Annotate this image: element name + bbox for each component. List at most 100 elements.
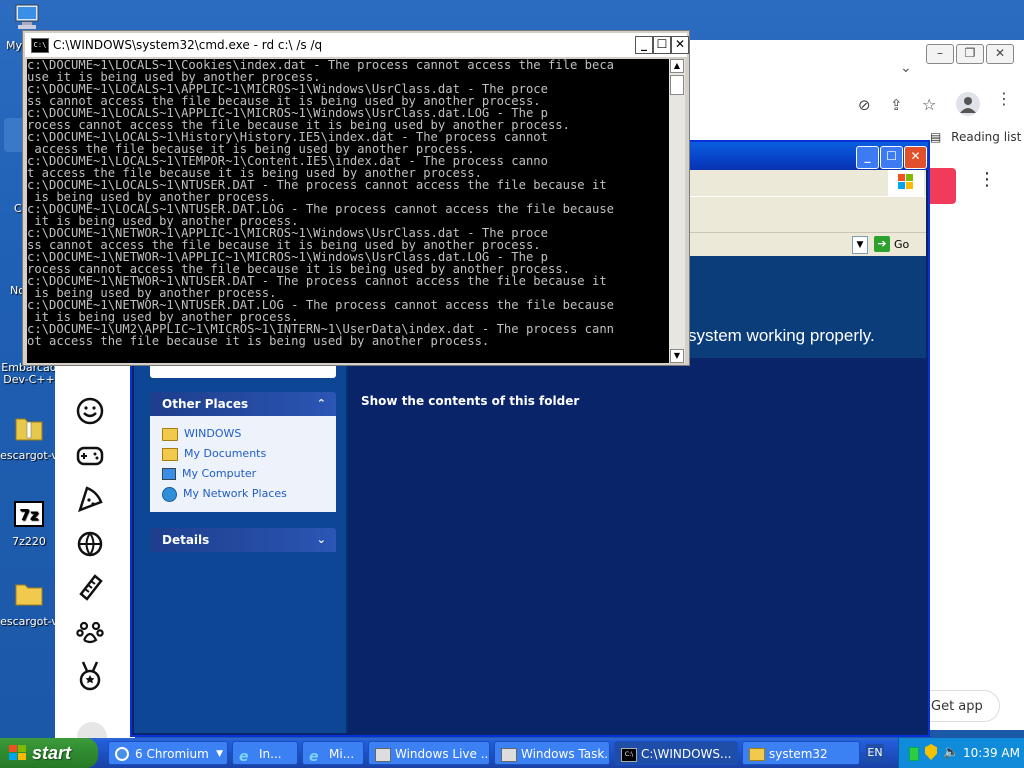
address-dropdown-icon[interactable]: ▼ [852, 236, 868, 254]
cmd-console-output[interactable]: c:\DOCUME~1\LOCALS~1\Cookies\index.dat -… [27, 59, 669, 363]
cmd-close-button[interactable]: ✕ [671, 36, 689, 54]
7zip-icon: 7z [14, 501, 44, 527]
go-label: Go [894, 237, 910, 251]
scroll-up-icon[interactable]: ▲ [670, 59, 684, 73]
other-places-item-label: My Documents [184, 447, 267, 460]
start-label: start [32, 743, 72, 763]
kebab-menu-icon[interactable]: ⋮ [978, 171, 996, 189]
reading-list-icon: ▤ [930, 130, 942, 144]
other-places-title: Other Places [162, 397, 249, 411]
cmd-output-line: ot access the file because it is being u… [27, 334, 490, 348]
other-places-item-my-computer[interactable]: My Computer [162, 464, 324, 484]
chromium-close-button[interactable]: ✕ [986, 44, 1014, 64]
cmd-titlebar: C:\ C:\WINDOWS\system32\cmd.exe - rd c:\… [25, 33, 689, 57]
computer-icon [162, 468, 176, 480]
taskbar-button-label: C:\WINDOWS... [641, 747, 732, 761]
person-icon [960, 97, 976, 113]
scroll-thumb[interactable] [670, 75, 684, 95]
network-globe-icon [162, 486, 177, 502]
go-button[interactable]: ➔ Go [874, 235, 909, 253]
other-places-item-label: My Network Places [183, 487, 287, 500]
paw-icon[interactable] [75, 616, 105, 646]
chevron-down-icon[interactable]: ⌄ [900, 60, 912, 76]
desktop-icon-label: escargot-v [0, 449, 58, 462]
expand-chevron-icon: ⌄ [316, 533, 326, 546]
cmd-maximize-button[interactable]: ☐ [653, 36, 671, 54]
taskbar-button-ie-1[interactable]: e In... [232, 741, 298, 765]
taskbar-button-cmd[interactable]: C:\ C:\WINDOWS... [614, 741, 738, 765]
taskbar-button-chromium[interactable]: 6 Chromium ▼ [108, 741, 228, 765]
scroll-down-icon[interactable]: ▼ [670, 349, 684, 363]
reading-list-label: Reading list [951, 130, 1022, 144]
pizza-icon[interactable] [75, 484, 105, 514]
other-places-header[interactable]: Other Places ⌃ [150, 392, 336, 416]
chromium-minimize-button[interactable]: – [926, 44, 954, 64]
comb-icon[interactable] [75, 572, 105, 602]
taskbar: start 6 Chromium ▼ e In... e Mi... Windo… [0, 738, 1024, 768]
task-manager-icon [501, 748, 517, 762]
system-tray: 🔈 10:39 AM [898, 738, 1024, 768]
zip-folder-icon [15, 418, 43, 441]
more-menu-icon[interactable]: ⋮ [996, 91, 1012, 107]
taskbar-button-label: Windows Live ... [395, 747, 490, 761]
windows-flag-icon [9, 745, 26, 760]
other-places-item-label: WINDOWS [184, 427, 242, 440]
warning-banner-text: system working properly. [688, 326, 875, 345]
volume-icon[interactable]: 🔈 [943, 738, 959, 768]
star-icon[interactable]: ☆ [922, 95, 936, 114]
chromium-icon [115, 747, 129, 761]
taskbar-button-system32[interactable]: system32 [742, 741, 860, 765]
desktop-icon-escargot-zip[interactable]: escargot-v [0, 412, 58, 462]
clock[interactable]: 10:39 AM [963, 738, 1020, 768]
profile-avatar-icon[interactable] [956, 92, 980, 116]
taskbar-button-label: Windows Task... [521, 747, 610, 761]
ie-icon: e [309, 749, 319, 765]
desktop-icon-escargot-folder[interactable]: escargot-v [0, 578, 58, 628]
sidebar-partial-button[interactable] [77, 722, 107, 738]
ie-icon: e [239, 749, 249, 765]
desktop-icon-label: escargot-v [0, 615, 58, 628]
globe-icon[interactable] [75, 528, 105, 558]
desktop-icon-7zip[interactable]: 7z 7z220 [0, 498, 58, 548]
messenger-icon [375, 748, 391, 762]
cmd-icon: C:\ [621, 748, 637, 762]
explorer-maximize-button[interactable]: ☐ [880, 146, 903, 169]
cmd-scrollbar[interactable]: ▲ ▼ [669, 59, 685, 363]
medal-icon[interactable] [75, 660, 105, 692]
explorer-close-button[interactable]: ✕ [904, 146, 927, 169]
details-header[interactable]: Details ⌄ [150, 528, 336, 552]
eye-off-icon[interactable]: ⊘ [858, 96, 871, 114]
go-arrow-icon: ➔ [874, 236, 890, 252]
taskbar-button-windows-live[interactable]: Windows Live ... [368, 741, 490, 765]
windows-logo-icon [888, 170, 924, 196]
cmd-icon: C:\ [31, 38, 49, 53]
other-places-item-windows[interactable]: WINDOWS [162, 424, 324, 444]
start-button[interactable]: start [0, 738, 98, 768]
collapse-chevron-icon: ⌃ [316, 397, 326, 410]
taskbar-button-label: Mi... [329, 747, 355, 761]
other-places-item-my-network-places[interactable]: My Network Places [162, 484, 324, 504]
reading-list-button[interactable]: ▤ Reading list [930, 130, 1021, 144]
taskbar-button-label: 6 Chromium [135, 747, 209, 761]
svg-text:7z: 7z [19, 506, 38, 524]
red-action-button[interactable] [926, 168, 956, 204]
battery-icon[interactable] [909, 747, 919, 761]
folder-icon [162, 427, 178, 441]
taskbar-button-ie-2[interactable]: e Mi... [302, 741, 364, 765]
cmd-minimize-button[interactable]: _ [635, 36, 653, 54]
explorer-minimize-button[interactable]: _ [856, 146, 879, 169]
show-contents-link[interactable]: Show the contents of this folder [361, 394, 579, 408]
desktop-side-label: C [14, 202, 22, 215]
details-title: Details [162, 533, 210, 547]
security-shield-icon[interactable] [925, 744, 937, 760]
chromium-maximize-button[interactable]: ❐ [956, 44, 984, 64]
other-places-item-my-documents[interactable]: My Documents [162, 444, 324, 464]
share-icon[interactable]: ⇪ [890, 96, 903, 114]
taskbar-button-task-manager[interactable]: Windows Task... [494, 741, 610, 765]
taskbar-button-label: In... [259, 747, 282, 761]
language-indicator[interactable]: EN [866, 744, 884, 762]
documents-folder-icon [162, 447, 178, 461]
chevron-down-icon: ▼ [216, 749, 223, 759]
smiley-icon[interactable] [75, 396, 105, 426]
gamepad-icon[interactable] [75, 440, 105, 470]
